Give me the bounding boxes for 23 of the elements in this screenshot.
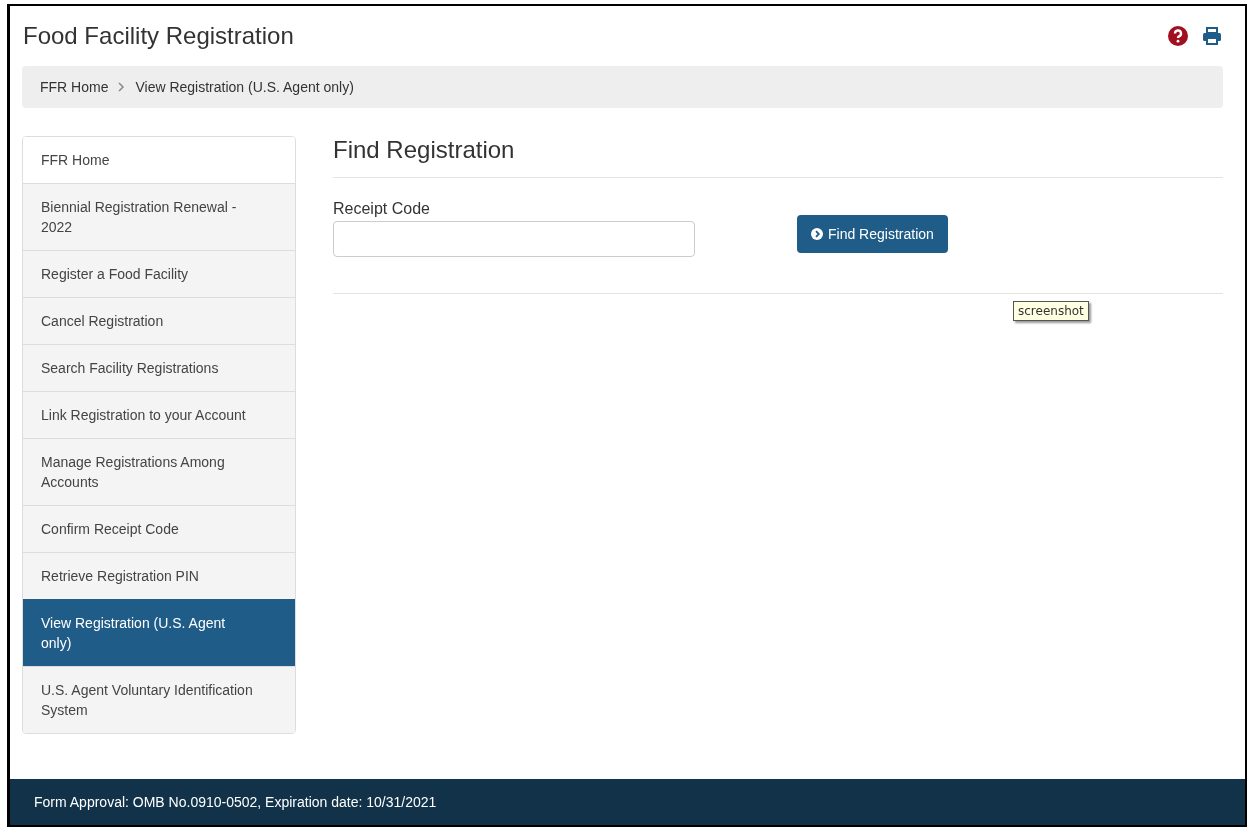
breadcrumb-link[interactable]: FFR Home bbox=[40, 79, 109, 95]
sidebar-item[interactable]: Retrieve Registration PIN bbox=[23, 552, 295, 599]
sidebar-item[interactable]: Search Facility Registrations bbox=[23, 344, 295, 391]
tooltip: screenshot bbox=[1013, 301, 1089, 321]
sidebar-item[interactable]: View Registration (U.S. Agent only) bbox=[23, 599, 295, 666]
section-heading: Find Registration bbox=[333, 136, 1223, 178]
breadcrumb-current: View Registration (U.S. Agent only) bbox=[135, 79, 354, 95]
sidebar-item[interactable]: Link Registration to your Account bbox=[23, 391, 295, 438]
sidebar-item[interactable]: Confirm Receipt Code bbox=[23, 505, 295, 552]
chevron-right-icon bbox=[118, 82, 126, 92]
field-label: Receipt Code bbox=[333, 200, 431, 218]
sidebar-item[interactable]: Register a Food Facility bbox=[23, 250, 295, 297]
find-registration-button[interactable]: Find Registration bbox=[797, 215, 948, 253]
receipt-code-field[interactable] bbox=[333, 221, 695, 257]
footer-text: Form Approval: OMB No.0910-0502, Expiration date: 10/31/2021 bbox=[34, 794, 437, 810]
print-icon[interactable] bbox=[1202, 27, 1222, 45]
sidebar-item[interactable]: U.S. Agent Voluntary Identification System bbox=[23, 666, 295, 733]
chevron-circle-icon bbox=[811, 228, 823, 240]
sidebar-item[interactable]: Manage Registrations Among Accounts bbox=[23, 438, 295, 505]
page-title: Food Facility Registration bbox=[23, 22, 294, 50]
sidebar-item[interactable]: Cancel Registration bbox=[23, 297, 295, 344]
sidebar-item[interactable]: Biennial Registration Renewal - 2022 bbox=[23, 183, 295, 250]
help-icon[interactable] bbox=[1168, 26, 1188, 46]
